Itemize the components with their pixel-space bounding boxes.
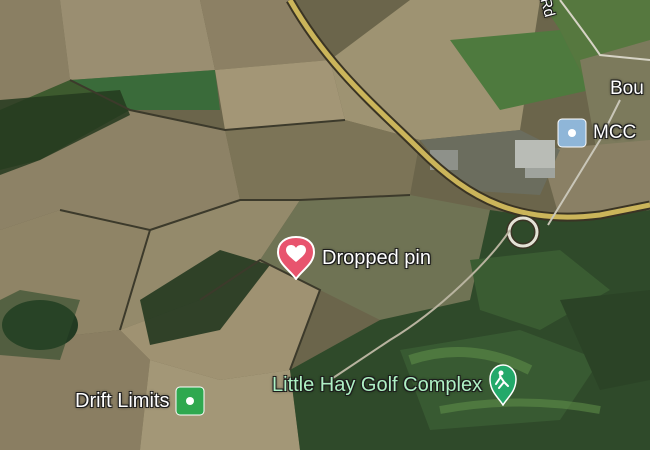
building-icon <box>557 118 587 148</box>
satellite-map[interactable]: Rd Bou MCC Dropped pin Little Hay Golf C… <box>0 0 650 450</box>
town-label-partial: Bou <box>610 78 644 99</box>
dropped-pin-label: Dropped pin <box>322 246 431 269</box>
place-mcc[interactable]: MCC <box>557 118 636 148</box>
place-little-hay-golf[interactable]: Little Hay Golf Complex <box>272 364 518 406</box>
place-drift-limits[interactable]: Drift Limits <box>75 386 205 416</box>
green-square-icon <box>175 386 205 416</box>
place-label-drift-limits: Drift Limits <box>75 389 170 412</box>
dropped-pin-heart-icon <box>276 236 316 280</box>
golf-icon <box>488 364 518 406</box>
place-label-golf: Little Hay Golf Complex <box>272 373 483 396</box>
place-label-mcc: MCC <box>593 122 637 143</box>
dropped-pin-marker[interactable]: Dropped pin <box>276 236 431 280</box>
